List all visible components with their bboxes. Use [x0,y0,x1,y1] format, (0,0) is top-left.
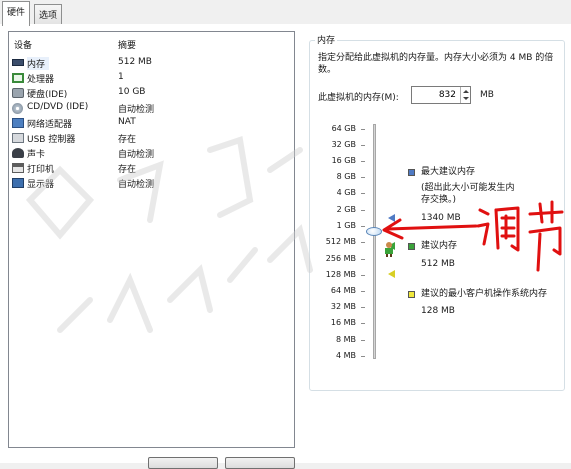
device-summary: 存在 [118,165,137,175]
device-list-header: 设备 摘要 [9,36,294,51]
scale-label: 1 GB [336,221,356,230]
memory-group-title: 内存 [315,33,338,46]
device-name: 显示器 [27,180,55,190]
memory-slider-track[interactable] [373,124,376,359]
memory-description: 指定分配给此虚拟机的内存量。内存大小必须为 4 MB 的倍数。 [318,53,554,75]
scale-label: 128 MB [325,270,356,279]
tab-hardware[interactable]: 硬件 [2,1,31,26]
min-guest-value: 128 MB [421,306,455,316]
scale-label: 4 GB [336,188,356,197]
spin-down-icon[interactable] [463,97,469,100]
device-name: 硬盘(IDE) [27,90,68,100]
min-guest-swatch-icon [408,291,415,298]
scale-tick [361,259,365,260]
scale-tick [361,307,365,308]
device-row-cd-dvd[interactable]: CD/DVD (IDE) 自动检测 [9,101,294,116]
scale-label: 64 GB [331,124,356,133]
device-row-network-adapter[interactable]: 网络适配器 NAT [9,116,294,131]
scale-tick [361,161,365,162]
device-name: 内存 [27,57,50,70]
scale-tick [361,210,365,211]
memory-field-label: 此虚拟机的内存(M): [318,93,399,103]
device-row-processor[interactable]: 处理器 1 [9,71,294,86]
hard-disk-icon [12,88,24,98]
scale-label: 16 GB [331,156,356,165]
max-recommended-label: 最大建议内存 [421,167,476,177]
scale-tick [361,275,365,276]
device-summary: 自动检测 [118,150,155,160]
handwritten-annotation [382,200,564,272]
device-summary: 1 [118,72,124,82]
memory-icon [12,59,24,66]
device-summary: NAT [118,117,136,127]
device-row-printer[interactable]: 打印机 存在 [9,161,294,176]
device-summary: 10 GB [118,87,146,97]
scale-tick [361,226,365,227]
scale-tick [361,356,365,357]
device-name: 网络适配器 [27,120,73,130]
cd-dvd-icon [12,103,23,114]
tab-strip: 硬件 选项 [0,0,571,26]
scale-label: 16 MB [330,318,356,327]
scale-label: 4 MB [335,351,356,360]
scale-tick [361,242,365,243]
printer-icon [12,163,24,173]
device-name: 打印机 [27,165,55,175]
column-header-summary[interactable]: 摘要 [118,38,136,51]
add-device-button[interactable] [148,457,218,469]
device-list: 设备 摘要 内存 512 MB 处理器 1 硬盘(IDE) 10 GB CD/D… [8,31,295,448]
scale-label: 32 GB [331,140,356,149]
network-adapter-icon [12,118,24,128]
device-row-usb-controller[interactable]: USB 控制器 存在 [9,131,294,146]
scale-label: 8 GB [336,172,356,181]
device-summary: 自动检测 [118,105,155,115]
min-guest-label: 建议的最小客户机操作系统内存 [421,289,548,299]
display-icon [12,178,24,188]
scale-label: 8 MB [335,335,356,344]
device-row-sound-card[interactable]: 声卡 自动检测 [9,146,294,161]
device-name: CD/DVD (IDE) [27,102,89,112]
scale-label: 2 GB [336,205,356,214]
max-recommended-swatch-icon [408,169,415,176]
scale-label: 512 MB [325,237,356,246]
device-row-display[interactable]: 显示器 自动检测 [9,176,294,191]
usb-controller-icon [12,133,24,143]
processor-icon [12,73,24,83]
remove-device-button[interactable] [225,457,295,469]
scale-tick [361,291,365,292]
scale-tick [361,129,365,130]
device-row-memory[interactable]: 内存 512 MB [9,56,294,71]
scale-tick [361,323,365,324]
device-summary: 存在 [118,135,137,145]
scale-label: 256 MB [325,254,356,263]
sound-card-icon [12,148,24,158]
scale-tick [361,177,365,178]
device-name: USB 控制器 [27,135,76,145]
spin-up-icon[interactable] [463,90,469,93]
memory-spinner[interactable] [460,87,470,103]
tab-options[interactable]: 选项 [34,4,63,25]
scale-label: 64 MB [330,286,356,295]
device-summary: 512 MB [118,57,152,67]
scale-tick [361,193,365,194]
column-header-device[interactable]: 设备 [14,38,32,51]
scale-label: 32 MB [330,302,356,311]
device-row-hard-disk[interactable]: 硬盘(IDE) 10 GB [9,86,294,101]
device-name: 处理器 [27,75,55,85]
device-name: 声卡 [27,150,46,160]
scale-tick [361,145,365,146]
scale-tick [361,340,365,341]
memory-unit: MB [480,90,494,100]
device-summary: 自动检测 [118,180,155,190]
